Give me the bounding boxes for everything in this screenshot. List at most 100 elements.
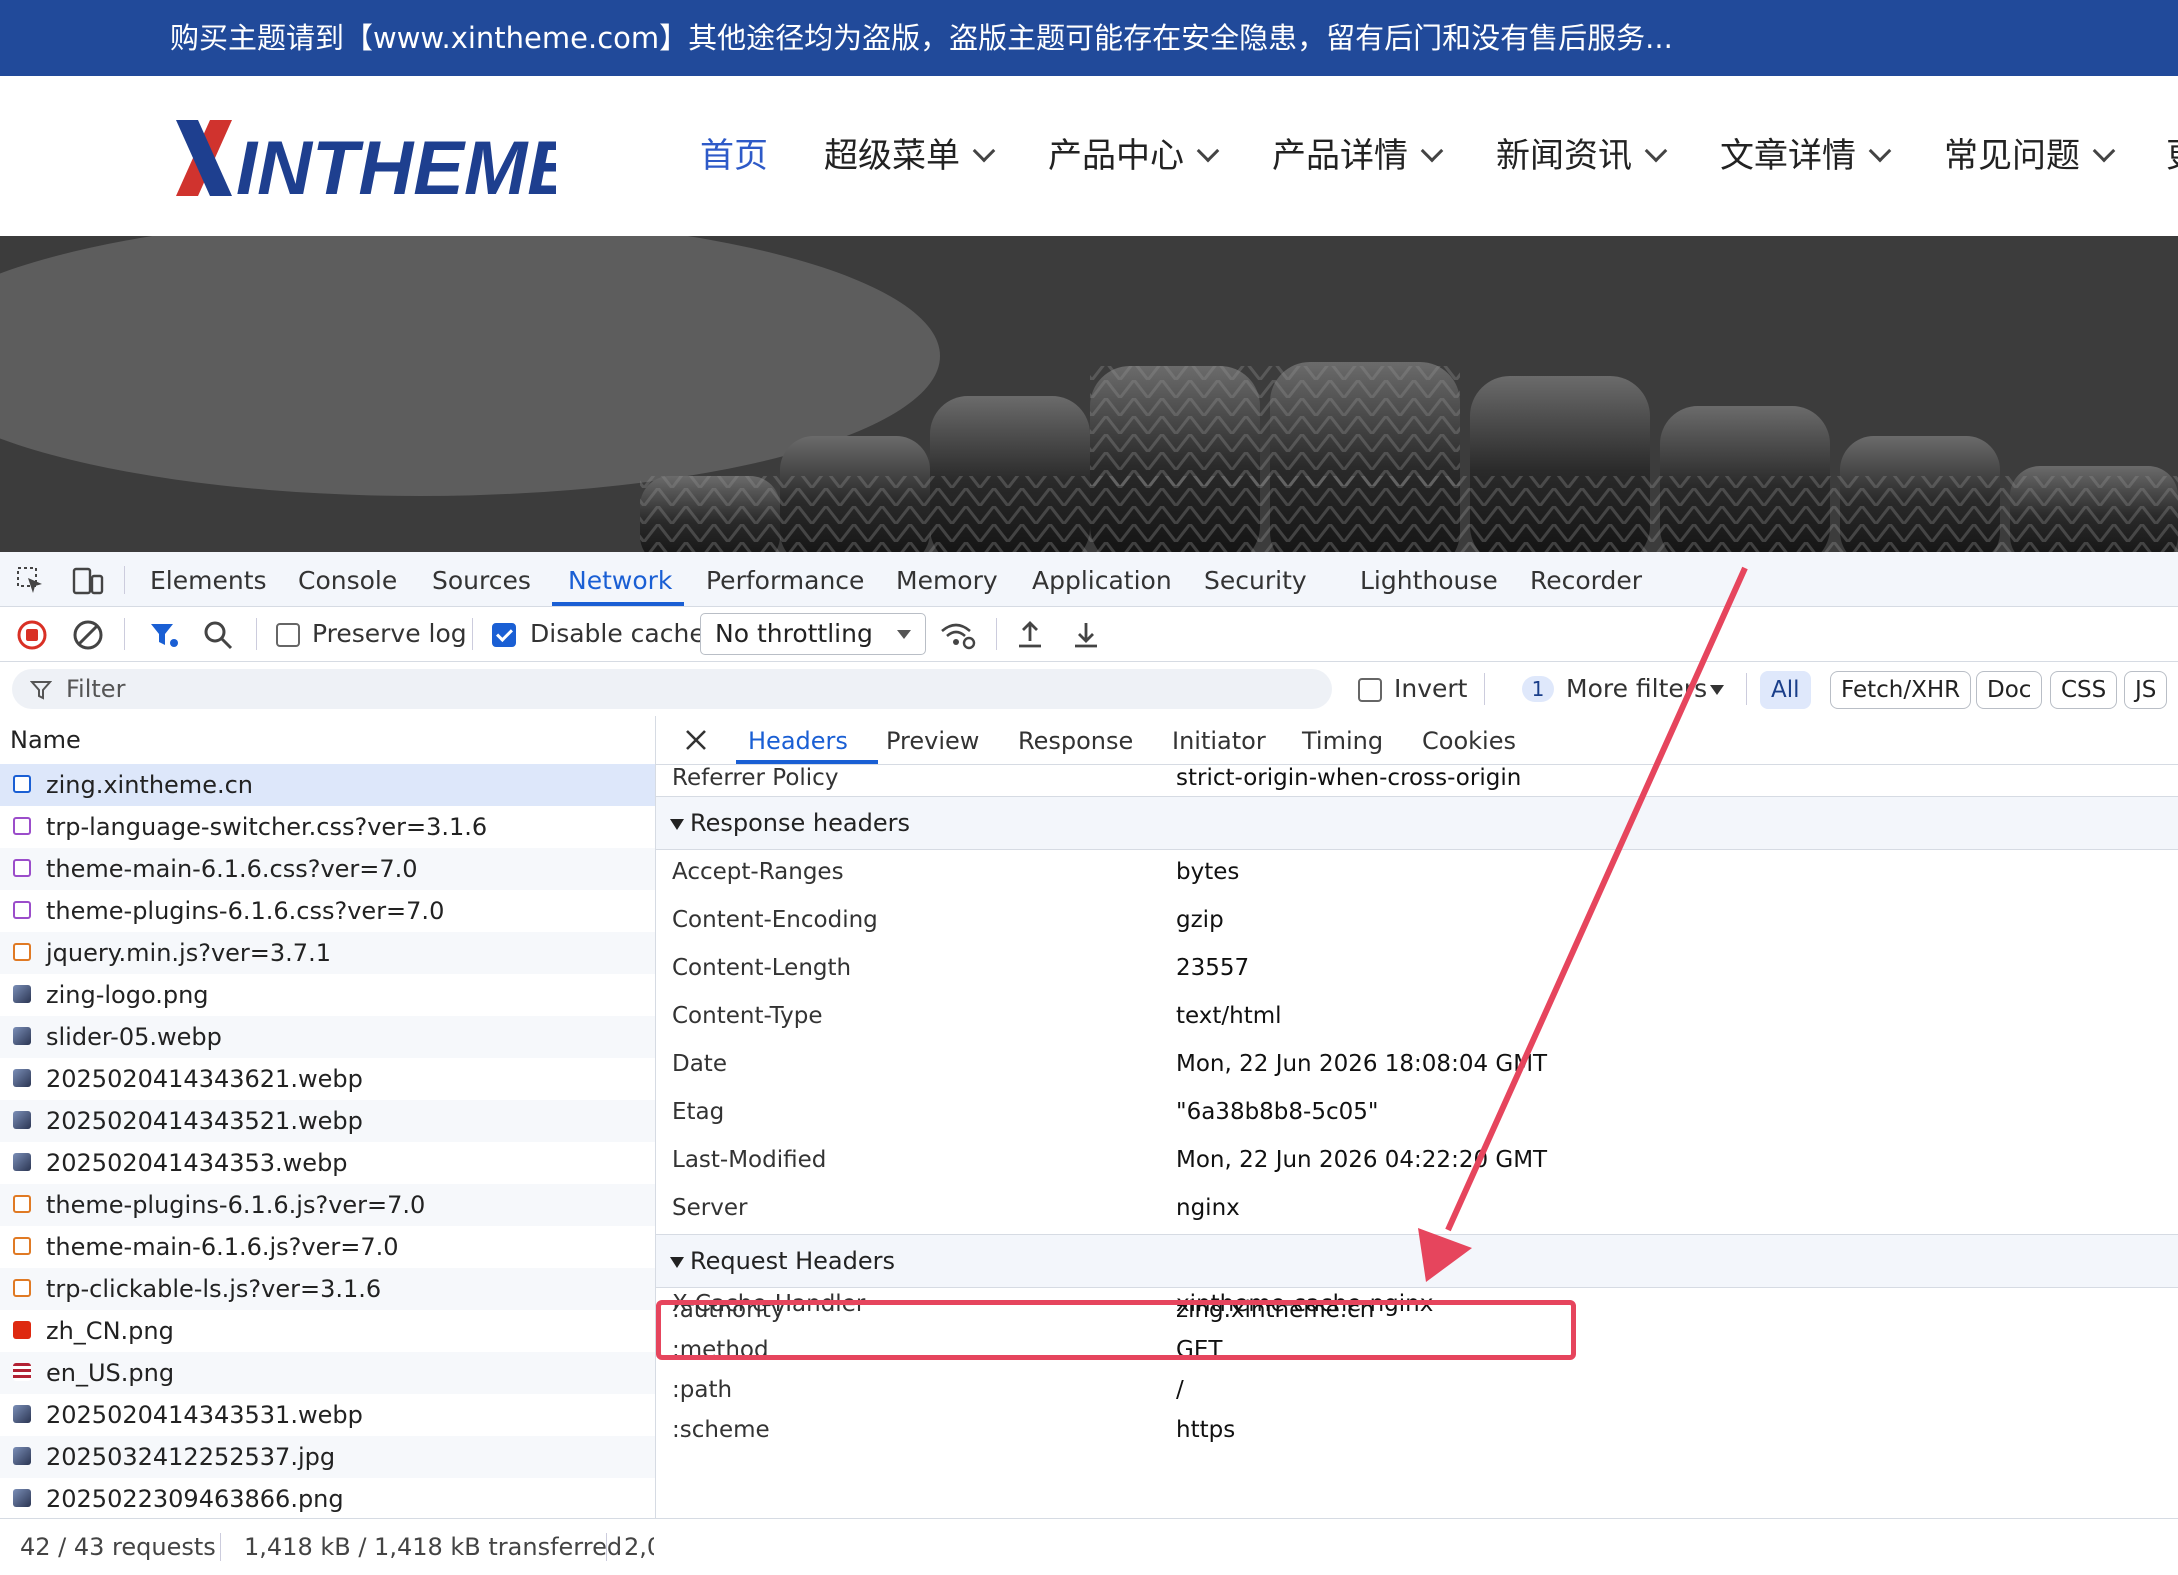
request-row[interactable]: trp-language-switcher.css?ver=3.1.6 xyxy=(0,806,655,848)
nav-item-product-details[interactable]: 产品详情 xyxy=(1272,76,1444,236)
header-value: bytes xyxy=(1176,859,1240,885)
nav-item-article-details[interactable]: 文章详情 xyxy=(1720,76,1892,236)
request-row[interactable]: 2025020414343521.webp xyxy=(0,1100,655,1142)
tab-network[interactable]: Network xyxy=(568,552,672,606)
image-thumb-icon xyxy=(13,1447,31,1465)
site-logo[interactable]: INTHEME xyxy=(170,116,580,211)
tab-recorder[interactable]: Recorder xyxy=(1530,552,1642,606)
type-filter-doc[interactable]: Doc xyxy=(1976,671,2043,709)
filter-input[interactable]: Filter xyxy=(12,669,1332,709)
disable-cache-label: Disable cache xyxy=(530,619,705,648)
request-count: 42 / 43 requests xyxy=(20,1533,216,1561)
section-title: Request Headers xyxy=(690,1247,896,1275)
request-name: jquery.min.js?ver=3.7.1 xyxy=(46,939,331,967)
filter-funnel-icon[interactable] xyxy=(148,619,180,651)
resource-size: 2,0 xyxy=(624,1533,654,1561)
request-row[interactable]: en_US.png xyxy=(0,1352,655,1394)
invert-checkbox[interactable] xyxy=(1358,678,1382,702)
more-filters-button[interactable]: More filters xyxy=(1566,662,1707,716)
request-list: Name zing.xintheme.cn trp-language-switch… xyxy=(0,716,656,1518)
tab-performance[interactable]: Performance xyxy=(706,552,864,606)
tab-application[interactable]: Application xyxy=(1032,552,1172,606)
request-name: theme-plugins-6.1.6.js?ver=7.0 xyxy=(46,1191,426,1219)
flag-cn-icon xyxy=(13,1321,31,1339)
tab-lighthouse[interactable]: Lighthouse xyxy=(1360,552,1498,606)
request-row[interactable]: trp-clickable-ls.js?ver=3.1.6 xyxy=(0,1268,655,1310)
request-row[interactable]: theme-main-6.1.6.js?ver=7.0 xyxy=(0,1226,655,1268)
upload-icon[interactable] xyxy=(1014,619,1046,651)
stop-recording-icon[interactable] xyxy=(16,619,48,651)
more-filters-count-badge: 1 xyxy=(1522,676,1554,702)
response-header-row: Content-Type text/html xyxy=(656,992,2178,1040)
header-name: Etag xyxy=(672,1099,725,1125)
request-row[interactable]: theme-main-6.1.6.css?ver=7.0 xyxy=(0,848,655,890)
image-thumb-icon xyxy=(13,985,31,1003)
logo-wordmark: INTHEME xyxy=(236,126,556,200)
expand-triangle-icon xyxy=(670,819,684,830)
notice-banner: 购买主题请到【www.xintheme.com】其他途径均为盗版，盗版主题可能存… xyxy=(0,0,2178,76)
disable-cache-checkbox[interactable] xyxy=(492,623,516,647)
stylesheet-icon xyxy=(13,901,31,919)
request-row[interactable]: 2025032412252537.jpg xyxy=(0,1436,655,1478)
request-row[interactable]: jquery.min.js?ver=3.7.1 xyxy=(0,932,655,974)
throttling-select[interactable]: No throttling xyxy=(700,613,926,655)
preserve-log-checkbox[interactable] xyxy=(276,623,300,647)
type-filter-fetch-xhr[interactable]: Fetch/XHR xyxy=(1830,671,1972,709)
document-icon xyxy=(13,775,31,793)
download-icon[interactable] xyxy=(1070,619,1102,651)
tab-console[interactable]: Console xyxy=(298,552,397,606)
header-value: Mon, 22 Jun 2026 18:08:04 GMT xyxy=(1176,1051,1548,1077)
nav-item-mega-menu[interactable]: 超级菜单 xyxy=(824,76,996,236)
nav-item-faq[interactable]: 常见问题 xyxy=(1944,76,2116,236)
request-row[interactable]: theme-plugins-6.1.6.js?ver=7.0 xyxy=(0,1184,655,1226)
header-name: Referrer Policy xyxy=(672,765,839,791)
request-name: en_US.png xyxy=(46,1359,175,1387)
divider xyxy=(256,618,257,650)
dropdown-caret-icon xyxy=(897,630,911,639)
type-filter-css[interactable]: CSS xyxy=(2050,671,2118,709)
nav-item-home[interactable]: 首页 xyxy=(700,76,768,236)
network-conditions-icon[interactable] xyxy=(940,619,976,651)
request-row[interactable]: 2025020414343531.webp xyxy=(0,1394,655,1436)
request-row[interactable]: 2025020414343621.webp xyxy=(0,1058,655,1100)
request-list-header: Name xyxy=(0,716,655,765)
tab-sources[interactable]: Sources xyxy=(432,552,531,606)
close-icon[interactable] xyxy=(684,728,708,752)
image-thumb-icon xyxy=(13,1111,31,1129)
divider xyxy=(1484,673,1485,705)
response-headers-section[interactable]: Response headers xyxy=(656,796,2178,850)
chevron-down-icon xyxy=(2092,139,2116,163)
header-value: nginx xyxy=(1176,1195,1240,1221)
tires-image xyxy=(0,236,2178,552)
nav-item-more[interactable]: 更 xyxy=(2166,76,2178,236)
request-row[interactable]: 202502041434353.webp xyxy=(0,1142,655,1184)
tab-elements[interactable]: Elements xyxy=(150,552,267,606)
name-column-header[interactable]: Name xyxy=(10,716,81,764)
device-toolbar-icon[interactable] xyxy=(72,566,104,596)
request-name: 2025020414343521.webp xyxy=(46,1107,363,1135)
divider xyxy=(124,618,125,650)
request-row[interactable]: slider-05.webp xyxy=(0,1016,655,1058)
divider xyxy=(472,618,473,650)
request-row[interactable]: theme-plugins-6.1.6.css?ver=7.0 xyxy=(0,890,655,932)
nav-item-news[interactable]: 新闻资讯 xyxy=(1496,76,1668,236)
type-filter-js[interactable]: JS xyxy=(2124,671,2168,709)
search-icon[interactable] xyxy=(202,619,234,651)
header-name: Accept-Ranges xyxy=(672,859,844,885)
filter-placeholder: Filter xyxy=(66,675,126,703)
request-row[interactable]: zing-logo.png xyxy=(0,974,655,1016)
request-headers-section[interactable]: Request Headers xyxy=(656,1234,2178,1288)
script-icon xyxy=(13,943,31,961)
inspect-element-icon[interactable] xyxy=(16,566,46,596)
chevron-down-icon xyxy=(1644,139,1668,163)
request-row[interactable]: zing.xintheme.cn xyxy=(0,764,655,806)
type-filter-all[interactable]: All xyxy=(1760,671,1811,709)
nav-item-products[interactable]: 产品中心 xyxy=(1048,76,1220,236)
tab-memory[interactable]: Memory xyxy=(896,552,998,606)
request-row[interactable]: 2025022309463866.png xyxy=(0,1478,655,1518)
devtools-panel: Elements Console Sources Network Perform… xyxy=(0,552,2178,1575)
request-row[interactable]: zh_CN.png xyxy=(0,1310,655,1352)
response-header-row: Last-Modified Mon, 22 Jun 2026 04:22:20 G… xyxy=(656,1136,2178,1184)
tab-security[interactable]: Security xyxy=(1204,552,1307,606)
clear-icon[interactable] xyxy=(72,619,104,651)
